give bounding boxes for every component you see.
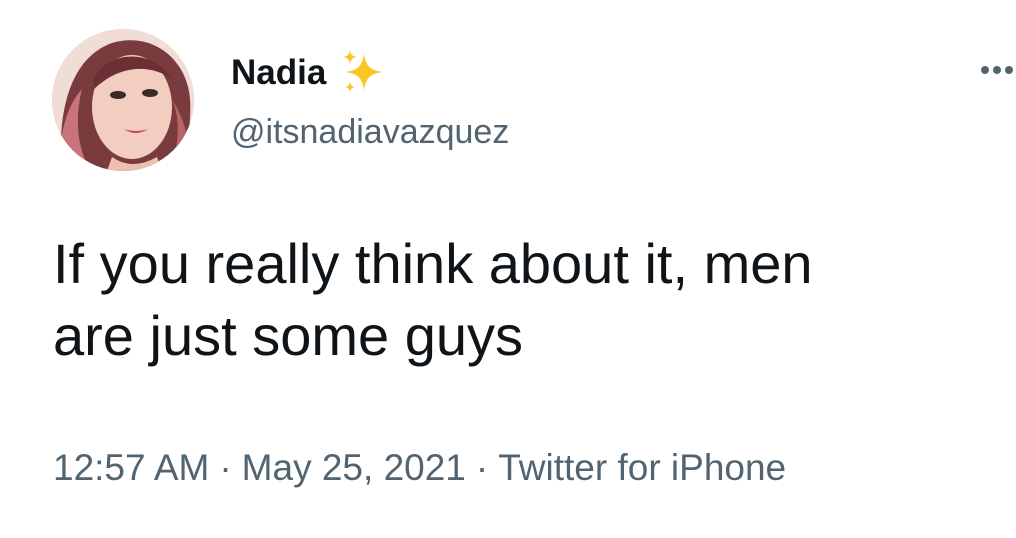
avatar[interactable] <box>52 29 194 171</box>
author-handle[interactable]: @itsnadiavazquez <box>231 112 509 152</box>
tweet-date[interactable]: May 25, 2021 <box>242 447 466 488</box>
author-display-name[interactable]: Nadia <box>231 53 326 93</box>
more-horizontal-icon <box>981 66 1013 74</box>
tweet-text: If you really think about it, men are ju… <box>53 228 1003 372</box>
more-options-button[interactable] <box>976 58 1016 82</box>
tweet-time[interactable]: 12:57 AM <box>53 447 209 488</box>
tweet-meta: 12:57 AM · May 25, 2021 · Twitter for iPhone <box>53 446 786 490</box>
tweet-text-line: are just some guys <box>53 304 523 367</box>
tweet-text-line: If you really think about it, men <box>53 232 813 295</box>
tweet-card: Nadia @itsnadiavazquez If you really thi… <box>0 0 1016 538</box>
sparkles-icon <box>338 48 388 98</box>
meta-separator: · <box>475 447 489 488</box>
author-name[interactable]: Nadia <box>231 48 388 98</box>
tweet-source[interactable]: Twitter for iPhone <box>498 447 786 488</box>
avatar-image <box>52 29 194 171</box>
meta-separator: · <box>219 447 232 488</box>
